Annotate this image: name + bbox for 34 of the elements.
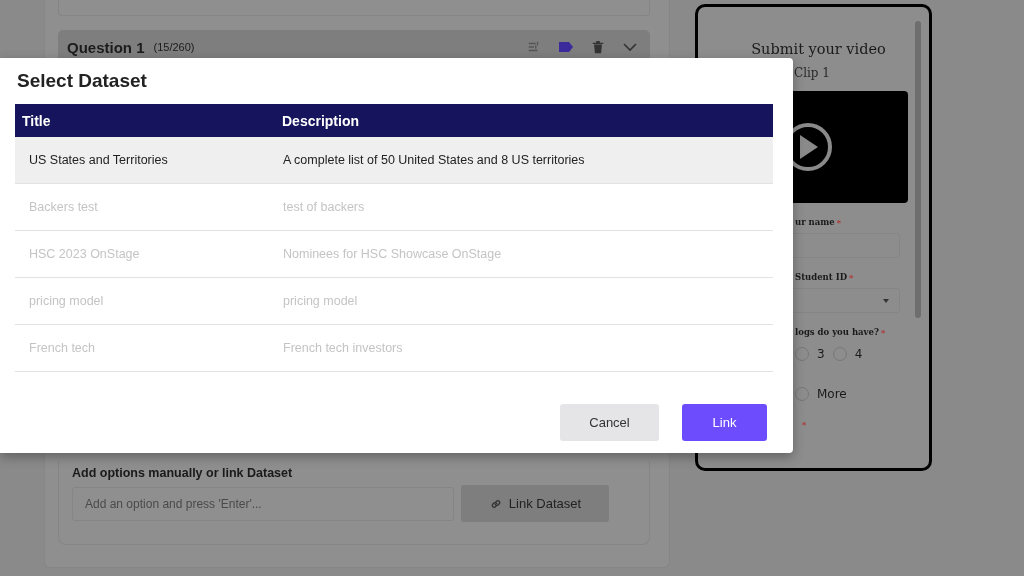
title-cell-text: Backers test — [28, 200, 99, 214]
name-label: ur name * — [795, 217, 841, 227]
dogs-question-label: logs do you have? * — [795, 327, 886, 337]
link-dataset-button[interactable]: Link Dataset — [461, 485, 609, 522]
title-cell-text: pricing model — [28, 294, 105, 308]
cancel-button[interactable]: Cancel — [560, 404, 659, 441]
form-title: Submit your video — [751, 41, 886, 57]
column-header: Title — [21, 112, 52, 129]
dialog-title: Select Dataset — [17, 70, 148, 93]
column-header: Description — [281, 112, 360, 129]
dropdown-caret-icon — [883, 298, 889, 303]
title-cell-text: US States and Territories — [28, 153, 169, 167]
student-id-label: Student ID * — [795, 272, 854, 282]
options-label: Add options manually or link Dataset — [72, 466, 294, 480]
description-cell-text: pricing model — [282, 294, 358, 308]
tag-icon[interactable] — [558, 39, 574, 55]
form-subtitle: Clip 1 — [794, 66, 830, 80]
link-button[interactable]: Link — [682, 404, 767, 441]
title-cell-text: HSC 2023 OnStage — [28, 247, 141, 261]
settings-icon[interactable] — [527, 40, 541, 54]
question-title: Question 1 — [67, 38, 145, 56]
character-count: (15/260) — [153, 41, 195, 53]
radio-option[interactable]: 3 — [795, 347, 825, 361]
description-cell-text: French tech investors — [282, 341, 403, 355]
trash-icon[interactable] — [591, 40, 605, 54]
description-cell-text: Nominees for HSC Showcase OnStage — [282, 247, 502, 261]
radio-option[interactable]: 4 — [832, 347, 863, 361]
option-input-field[interactable]: Add an option and press 'Enter'... — [72, 487, 454, 521]
required-mark: * — [802, 419, 807, 429]
dataset-row[interactable]: US States and Territories A complete list of 50 United States and 8 US territories — [15, 137, 773, 184]
description-cell-text: test of backers — [282, 200, 365, 214]
description-cell-text: A complete list of 50 United States and 8 US territories — [282, 153, 585, 167]
title-cell-text: French tech — [28, 341, 96, 355]
radio-option[interactable]: More — [795, 387, 847, 401]
